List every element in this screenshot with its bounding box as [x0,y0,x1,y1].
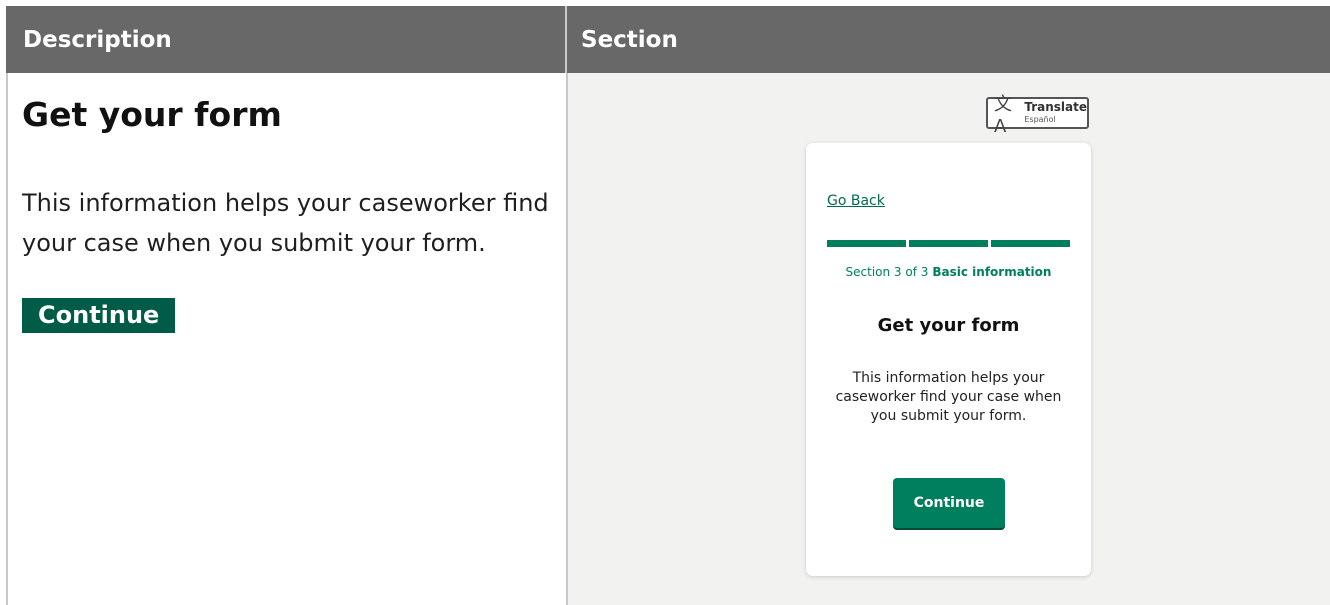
form-spec-table: Description Section Get your form This i… [0,0,1330,605]
description-title: Get your form [22,95,282,134]
description-continue-label: Continue [22,298,176,333]
header-section: Section [581,26,678,53]
left-border [6,73,8,605]
step-indicator: Section 3 of 3 Basic information [806,265,1091,279]
form-card: Go Back Section 3 of 3 Basic information … [806,143,1091,576]
description-body: This information helps your caseworker f… [22,189,549,257]
translate-button[interactable]: 文A Translate Español [986,94,1089,137]
step-name: Basic information [932,265,1052,279]
go-back-link[interactable]: Go Back [827,193,885,209]
translate-label: Translate [1024,99,1087,114]
progress-bar [827,240,1070,247]
progress-segment-1 [827,240,906,247]
progress-segment-2 [909,240,988,247]
step-prefix: Section 3 of 3 [845,265,929,279]
section-preview: 文A Translate Español Go Back Section 3 o… [568,73,1330,605]
card-title: Get your form [877,315,1020,336]
card-body: This information helps your caseworker f… [835,370,1062,424]
progress-segment-3 [991,240,1070,247]
translate-sublabel: Español [1024,114,1056,124]
translate-icon: 文A [994,93,1012,137]
table-header: Description Section [6,6,1330,73]
description-column: Get your form This information helps you… [22,95,562,333]
header-description: Description [6,6,567,73]
continue-button[interactable]: Continue [893,478,1005,528]
